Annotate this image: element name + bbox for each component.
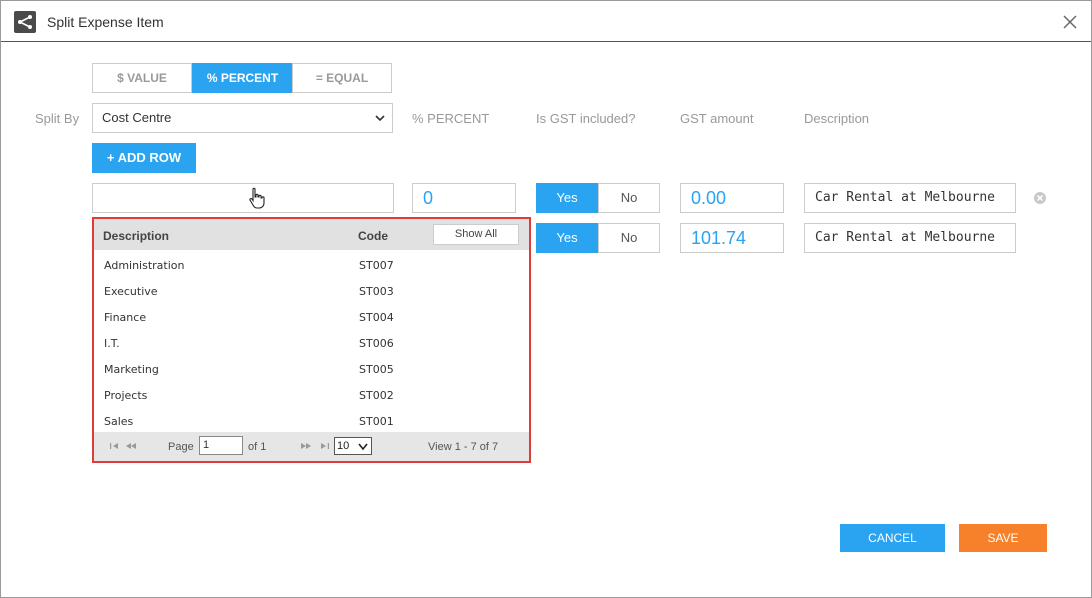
item-code: ST005 bbox=[359, 363, 394, 376]
page-size-select[interactable]: 10 bbox=[334, 437, 372, 455]
chevron-down-icon bbox=[358, 443, 368, 451]
tab-percent[interactable]: % PERCENT bbox=[192, 63, 293, 93]
gst-no-button[interactable]: No bbox=[598, 223, 660, 253]
view-range-text: View 1 - 7 of 7 bbox=[428, 441, 499, 453]
item-code: ST006 bbox=[359, 337, 394, 350]
list-item[interactable]: Administration ST007 bbox=[94, 252, 529, 278]
item-description: Marketing bbox=[104, 363, 159, 376]
list-item[interactable]: Finance ST004 bbox=[94, 304, 529, 330]
gst-yes-button[interactable]: Yes bbox=[536, 223, 598, 253]
last-page-icon[interactable] bbox=[318, 441, 330, 451]
item-code: ST003 bbox=[359, 285, 394, 298]
gst-no-button[interactable]: No bbox=[598, 183, 660, 213]
dropdown-header: Description Code Show All bbox=[94, 219, 529, 250]
col-percent-label: % PERCENT bbox=[412, 111, 490, 126]
title-bar: Split Expense Item bbox=[1, 1, 1091, 42]
page-size-value: 10 bbox=[337, 440, 350, 452]
cancel-button[interactable]: CANCEL bbox=[840, 524, 945, 552]
split-by-select[interactable]: Cost Centre bbox=[92, 103, 393, 133]
page-label: Page bbox=[168, 441, 194, 453]
close-icon[interactable] bbox=[1061, 13, 1079, 31]
gst-amount-input[interactable]: 101.74 bbox=[680, 223, 784, 253]
page-of-label: of 1 bbox=[248, 441, 267, 453]
description-input[interactable]: Car Rental at Melbourne bbox=[804, 223, 1016, 253]
prev-page-icon[interactable] bbox=[125, 441, 137, 451]
show-all-button[interactable]: Show All bbox=[433, 224, 519, 245]
tab-value[interactable]: $ VALUE bbox=[92, 63, 192, 93]
header-code: Code bbox=[358, 229, 388, 243]
item-code: ST007 bbox=[359, 259, 394, 272]
list-item[interactable]: Sales ST001 bbox=[94, 408, 529, 434]
page-number-input[interactable]: 1 bbox=[199, 436, 243, 455]
item-description: Finance bbox=[104, 311, 147, 324]
tab-equal[interactable]: = EQUAL bbox=[292, 63, 392, 93]
item-description: Sales bbox=[104, 415, 134, 428]
gst-yes-button[interactable]: Yes bbox=[536, 183, 598, 213]
chevron-down-icon bbox=[375, 115, 385, 122]
split-by-value: Cost Centre bbox=[102, 110, 172, 125]
gst-amount-input[interactable]: 0.00 bbox=[680, 183, 784, 213]
list-item[interactable]: Executive ST003 bbox=[94, 278, 529, 304]
percent-input[interactable]: 0 bbox=[412, 183, 516, 213]
item-code: ST002 bbox=[359, 389, 394, 402]
split-expense-dialog: Split Expense Item $ VALUE % PERCENT = E… bbox=[0, 0, 1092, 598]
cost-centre-dropdown: Description Code Show All Administration… bbox=[92, 217, 531, 463]
list-item[interactable]: Projects ST002 bbox=[94, 382, 529, 408]
header-description: Description bbox=[103, 229, 170, 243]
item-description: Projects bbox=[104, 389, 148, 402]
add-row-button[interactable]: + ADD ROW bbox=[92, 143, 196, 173]
dialog-title: Split Expense Item bbox=[47, 14, 164, 30]
col-description-label: Description bbox=[804, 111, 870, 126]
col-gst-included-label: Is GST included? bbox=[536, 111, 636, 126]
list-item[interactable]: Marketing ST005 bbox=[94, 356, 529, 382]
item-description: Executive bbox=[104, 285, 158, 298]
col-gst-amount-label: GST amount bbox=[680, 111, 754, 126]
list-item[interactable]: I.T. ST006 bbox=[94, 330, 529, 356]
save-button[interactable]: SAVE bbox=[959, 524, 1047, 552]
share-icon bbox=[14, 11, 36, 33]
item-description: I.T. bbox=[104, 337, 120, 350]
remove-row-icon[interactable] bbox=[1033, 191, 1047, 205]
description-input[interactable]: Car Rental at Melbourne bbox=[804, 183, 1016, 213]
item-code: ST004 bbox=[359, 311, 394, 324]
item-code: ST001 bbox=[359, 415, 394, 428]
split-by-label: Split By bbox=[35, 111, 80, 126]
next-page-icon[interactable] bbox=[300, 441, 312, 451]
first-page-icon[interactable] bbox=[109, 441, 121, 451]
hand-cursor-icon bbox=[249, 187, 265, 209]
cost-centre-input[interactable] bbox=[92, 183, 394, 213]
item-description: Administration bbox=[104, 259, 185, 272]
pager: Page 1 of 1 10 View 1 - 7 of 7 bbox=[94, 432, 529, 461]
